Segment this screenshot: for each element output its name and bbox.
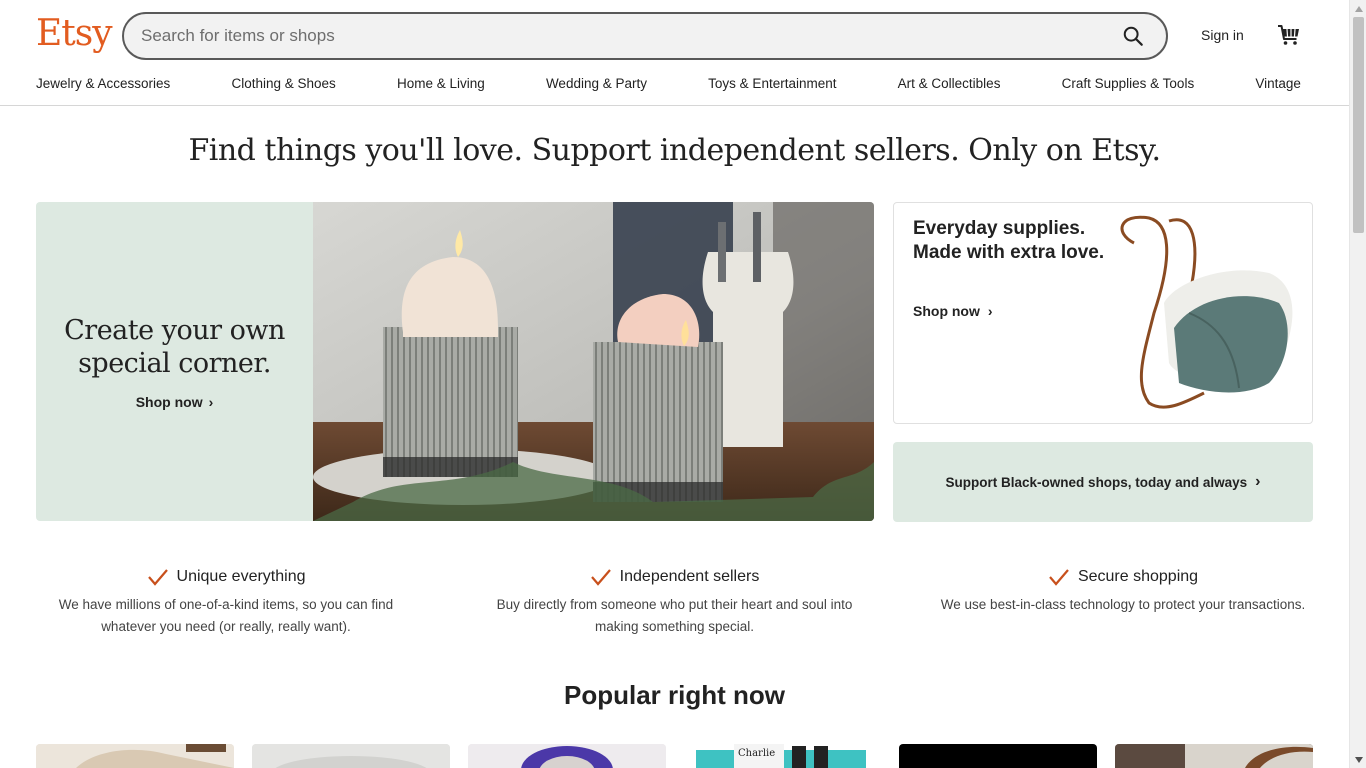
checkmark-icon <box>147 569 168 586</box>
cart-icon <box>1278 25 1299 45</box>
hero-banner[interactable]: Create your own special corner. Shop now… <box>36 202 874 521</box>
face-mask-photo <box>1120 215 1293 409</box>
hero-shop-now-label: Shop now <box>135 393 203 410</box>
supplies-shop-now-label: Shop now <box>913 303 980 319</box>
category-nav: Jewelry & Accessories Clothing & Shoes H… <box>36 76 1301 91</box>
item-photo <box>468 744 666 768</box>
value-prop-title: Secure shopping <box>1077 568 1199 585</box>
supplies-shop-now-link[interactable]: Shop now › <box>913 303 993 319</box>
candles-photo <box>313 202 874 521</box>
item-photo <box>36 744 234 768</box>
item-tag-label: Charlie <box>738 748 776 759</box>
nav-vintage[interactable]: Vintage <box>1255 76 1301 91</box>
nav-craft-supplies-tools[interactable]: Craft Supplies & Tools <box>1062 76 1195 91</box>
item-photo <box>1115 744 1313 768</box>
supplies-card[interactable]: Everyday supplies. Made with extra love.… <box>893 202 1313 424</box>
page-tagline: Find things you'll love. Support indepen… <box>188 133 1161 168</box>
value-prop-body: We have millions of one-of-a-kind items,… <box>58 597 394 634</box>
chevron-right-icon: › <box>1255 473 1261 490</box>
value-prop-title: Unique everything <box>176 568 306 585</box>
nav-art-collectibles[interactable]: Art & Collectibles <box>898 76 1001 91</box>
value-prop: Unique everything We have millions of on… <box>36 568 416 638</box>
etsy-logo[interactable]: Etsy <box>36 12 113 56</box>
item-photo <box>252 744 450 768</box>
nav-jewelry-accessories[interactable]: Jewelry & Accessories <box>36 76 170 91</box>
checkmark-icon <box>590 569 611 586</box>
popular-items-row: Charlie <box>36 744 1313 768</box>
value-prop-body: Buy directly from someone who put their … <box>496 597 853 634</box>
scroll-thumb[interactable] <box>1353 17 1364 233</box>
nav-home-living[interactable]: Home & Living <box>397 76 485 91</box>
hero-headline: Create your own special corner. <box>64 314 285 379</box>
value-props: Unique everything We have millions of on… <box>36 568 1313 638</box>
popular-item-thumbnail[interactable] <box>899 744 1097 768</box>
value-prop: Independent sellers Buy directly from so… <box>485 568 865 638</box>
support-black-owned-label: Support Black-owned shops, today and alw… <box>945 474 1248 490</box>
chevron-right-icon: › <box>208 393 214 410</box>
hero-text-panel: Create your own special corner. Shop now… <box>36 202 313 521</box>
scroll-down-arrow-icon[interactable] <box>1350 751 1366 768</box>
nav-wedding-party[interactable]: Wedding & Party <box>546 76 647 91</box>
cart-button[interactable] <box>1274 20 1304 50</box>
checkmark-icon <box>1049 569 1069 586</box>
site-header: Etsy Sign in Jewelry & Accessories Cloth… <box>0 0 1349 106</box>
support-black-owned-banner[interactable]: Support Black-owned shops, today and alw… <box>893 442 1313 522</box>
popular-item-thumbnail[interactable] <box>36 744 234 768</box>
popular-item-thumbnail[interactable] <box>252 744 450 768</box>
chevron-right-icon: › <box>987 303 993 319</box>
popular-item-thumbnail[interactable] <box>468 744 666 768</box>
hero-shop-now-link[interactable]: Shop now › <box>136 394 214 410</box>
popular-section-title: Popular right now <box>564 680 785 710</box>
popular-item-thumbnail[interactable]: Charlie <box>684 744 882 768</box>
item-photo <box>684 744 882 768</box>
value-prop-title: Independent sellers <box>619 568 760 585</box>
search-icon <box>1123 26 1143 46</box>
value-prop: Secure shopping We use best-in-class tec… <box>933 568 1313 638</box>
sign-in-button[interactable]: Sign in <box>1201 27 1244 43</box>
nav-clothing-shoes[interactable]: Clothing & Shoes <box>231 76 335 91</box>
scroll-up-arrow-icon[interactable] <box>1350 0 1366 17</box>
value-prop-body: We use best-in-class technology to prote… <box>940 597 1306 612</box>
page-scrollbar[interactable] <box>1349 0 1366 768</box>
search-input[interactable] <box>122 12 1168 60</box>
nav-toys-entertainment[interactable]: Toys & Entertainment <box>708 76 836 91</box>
popular-item-thumbnail[interactable] <box>1115 744 1313 768</box>
search-button[interactable] <box>1114 18 1152 54</box>
